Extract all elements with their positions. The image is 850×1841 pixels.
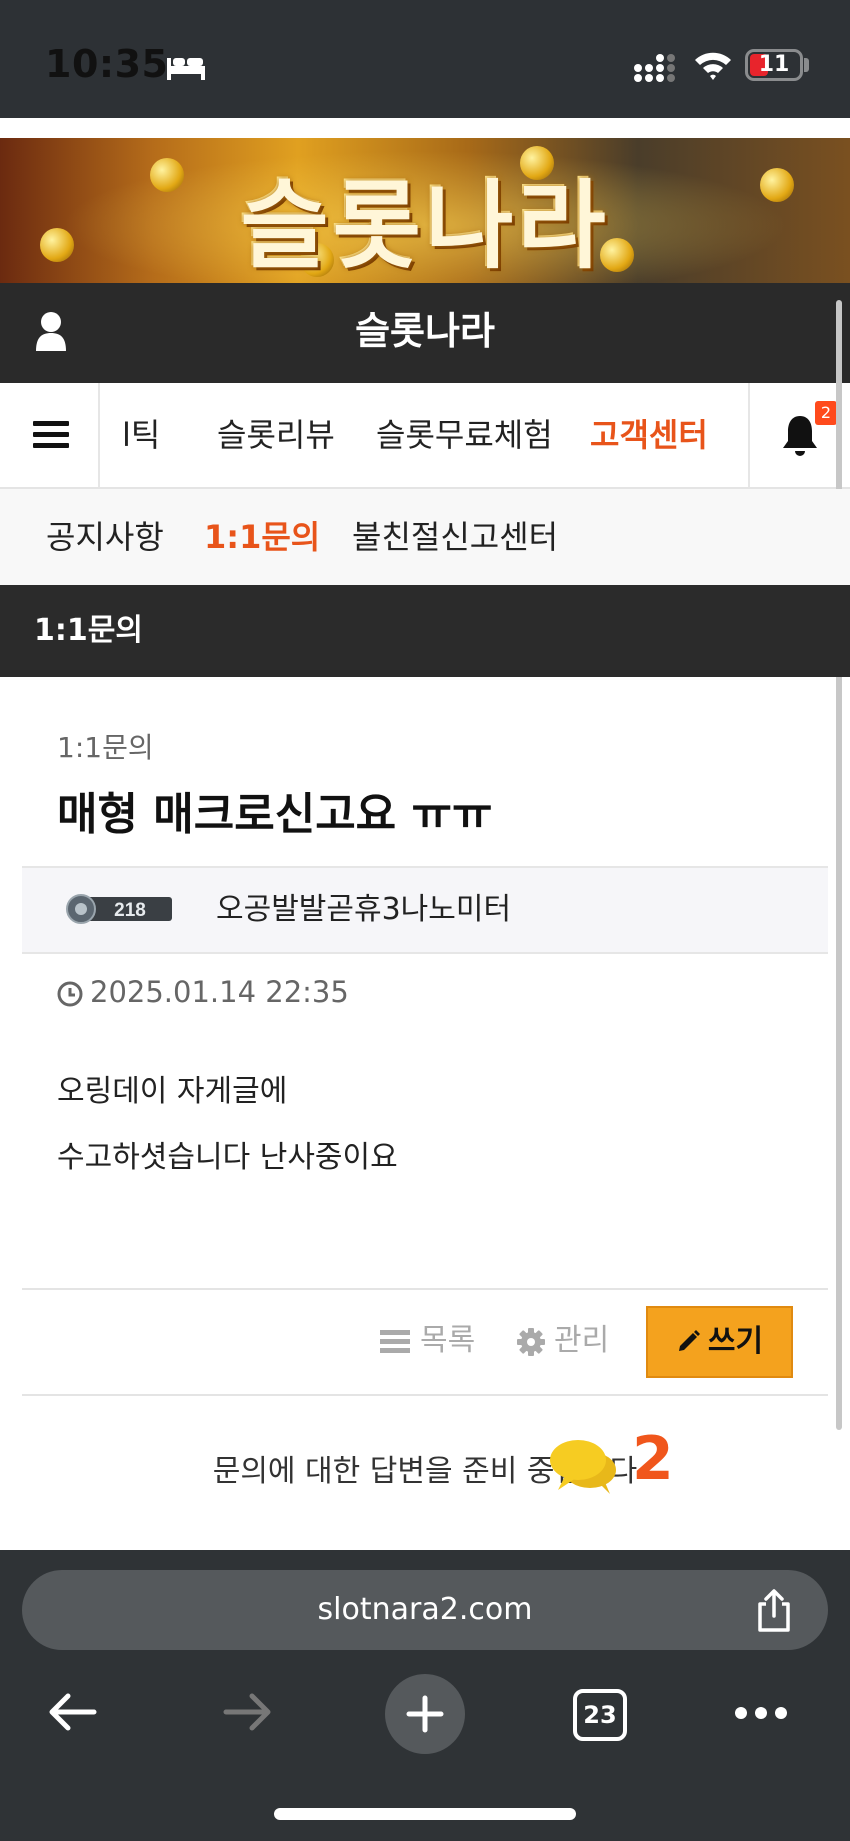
wifi-icon bbox=[695, 52, 731, 80]
chat-count[interactable]: 2 bbox=[632, 1424, 674, 1494]
site-banner[interactable]: 슬롯나라 bbox=[0, 138, 850, 283]
back-arrow-icon[interactable] bbox=[44, 1690, 100, 1734]
nav-item-slot-review[interactable]: 슬롯리뷰 bbox=[217, 383, 335, 487]
status-time: 10:35 bbox=[45, 42, 169, 86]
notification-badge: 2 bbox=[815, 401, 837, 425]
sub-nav-notice[interactable]: 공지사항 bbox=[46, 489, 164, 585]
post-body-line: 오링데이 자게글에 bbox=[57, 1074, 288, 1109]
battery-nub bbox=[804, 58, 809, 72]
header-title[interactable]: 슬롯나라 bbox=[0, 300, 850, 355]
bed-icon bbox=[167, 58, 205, 80]
nav-item-customer-center[interactable]: 고객센터 bbox=[590, 383, 708, 487]
new-tab-button[interactable] bbox=[385, 1674, 465, 1754]
post-category: 1:1문의 bbox=[57, 731, 154, 764]
section-title: 1:1문의 bbox=[34, 613, 143, 648]
share-icon[interactable] bbox=[752, 1588, 796, 1634]
post-body-line: 수고하셧습니다 난사중이요 bbox=[57, 1140, 398, 1175]
list-button[interactable]: 목록 bbox=[380, 1306, 475, 1376]
menu-button[interactable] bbox=[0, 383, 100, 487]
bell-icon bbox=[783, 416, 817, 456]
manage-button[interactable]: 관리 bbox=[516, 1306, 609, 1376]
banner-title: 슬롯나라 bbox=[240, 170, 610, 282]
battery-indicator: 11 bbox=[745, 49, 803, 81]
author-row: 218 오공발발곧휴3나노미터 bbox=[22, 866, 828, 954]
divider bbox=[22, 1288, 828, 1290]
post-date: 2025.01.14 22:35 bbox=[90, 975, 349, 1009]
level-badge-icon: 218 bbox=[66, 894, 172, 924]
nav-item-tactics[interactable]: l틱 bbox=[122, 383, 160, 487]
sub-nav-inquiry[interactable]: 1:1문의 bbox=[204, 489, 320, 585]
pencil-icon bbox=[678, 1330, 700, 1351]
plus-icon bbox=[406, 1695, 444, 1733]
chat-bubble-icon[interactable] bbox=[548, 1436, 620, 1496]
signal-icon bbox=[634, 54, 675, 82]
level-number: 218 bbox=[114, 900, 146, 921]
clock-icon bbox=[57, 981, 83, 1007]
gear-icon bbox=[517, 1328, 545, 1356]
more-icon[interactable] bbox=[733, 1704, 789, 1722]
nav-item-free-trial[interactable]: 슬롯무료체험 bbox=[376, 383, 553, 487]
home-indicator[interactable] bbox=[274, 1808, 576, 1820]
write-button[interactable]: 쓰기 bbox=[646, 1306, 793, 1378]
hamburger-icon bbox=[33, 421, 69, 449]
forward-arrow-icon[interactable] bbox=[220, 1690, 276, 1734]
list-icon bbox=[380, 1330, 410, 1354]
post-title: 매형 매크로신고요 ㅠㅠ bbox=[57, 789, 493, 840]
notification-button[interactable]: 2 bbox=[748, 383, 850, 487]
url-text[interactable]: slotnara2.com bbox=[0, 1570, 850, 1650]
page-scrollbar[interactable] bbox=[836, 300, 842, 1430]
answer-pending-notice: 문의에 대한 답변을 준비 중입니다 bbox=[212, 1454, 638, 1489]
sub-nav-complaint-center[interactable]: 불친절신고센터 bbox=[352, 489, 558, 585]
author-name[interactable]: 오공발발곧휴3나노미터 bbox=[216, 868, 511, 952]
divider bbox=[22, 1394, 828, 1396]
tabs-button[interactable]: 23 bbox=[573, 1689, 627, 1741]
